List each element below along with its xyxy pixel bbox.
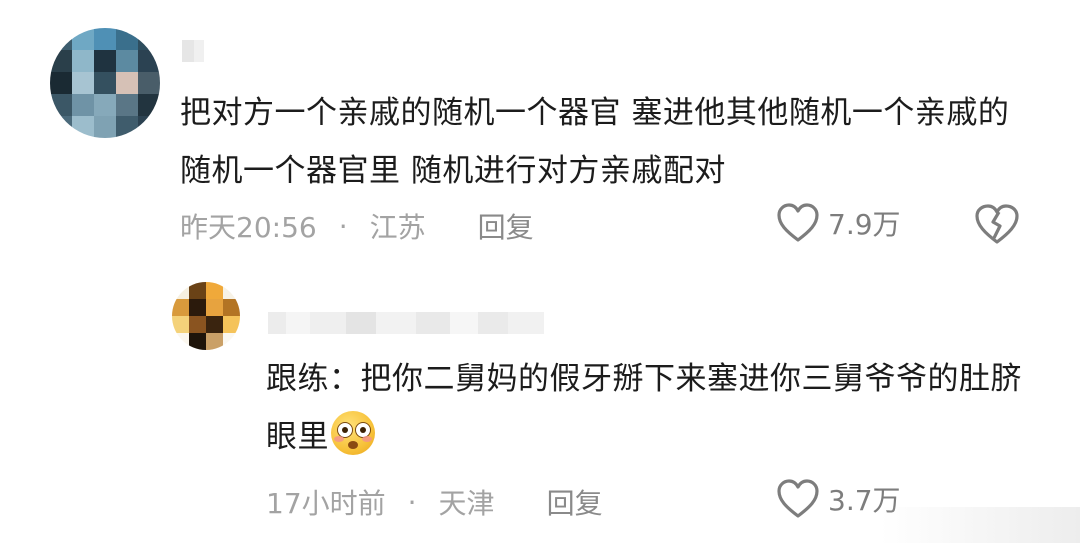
meta-separator: · (407, 485, 417, 519)
comment-meta: 17小时前 · 天津 回复 (266, 482, 603, 522)
comment-text-content: 跟练：把你二舅妈的假牙掰下来塞进你三舅爷爷的肚脐眼里 (266, 361, 1022, 455)
like-count: 7.9万 (828, 208, 901, 241)
avatar[interactable] (50, 28, 160, 138)
reply-button[interactable]: 回复 (547, 482, 603, 522)
avatar[interactable] (172, 282, 240, 350)
heart-icon (776, 202, 820, 244)
dislike-button[interactable] (974, 202, 1020, 250)
username[interactable] (182, 40, 204, 62)
flushed-face-emoji (331, 411, 375, 455)
like-button[interactable]: 7.9万 (776, 202, 901, 244)
comment-location: 天津 (438, 487, 495, 520)
watermark (880, 507, 1080, 543)
comment-time: 昨天20:56 (180, 211, 317, 244)
broken-heart-icon (974, 204, 1020, 250)
comment-text: 跟练：把你二舅妈的假牙掰下来塞进你三舅爷爷的肚脐眼里 (266, 350, 1036, 466)
username[interactable] (268, 312, 544, 334)
comment-location: 江苏 (369, 211, 426, 244)
comment-time: 17小时前 (266, 487, 386, 520)
comment-2: 跟练：把你二舅妈的假牙掰下来塞进你三舅爷爷的肚脐眼里 17小时前 · 天津 回复… (0, 270, 1080, 543)
heart-icon (776, 478, 820, 520)
reply-button[interactable]: 回复 (478, 206, 534, 246)
comment-text: 把对方一个亲戚的随机一个器官 塞进他其他随机一个亲戚的随机一个器官里 随机进行对… (180, 95, 1010, 189)
comment-meta: 昨天20:56 · 江苏 回复 (180, 206, 534, 246)
comment-1: 把对方一个亲戚的随机一个器官 塞进他其他随机一个亲戚的随机一个器官里 随机进行对… (0, 0, 1080, 260)
meta-separator: · (338, 209, 348, 243)
